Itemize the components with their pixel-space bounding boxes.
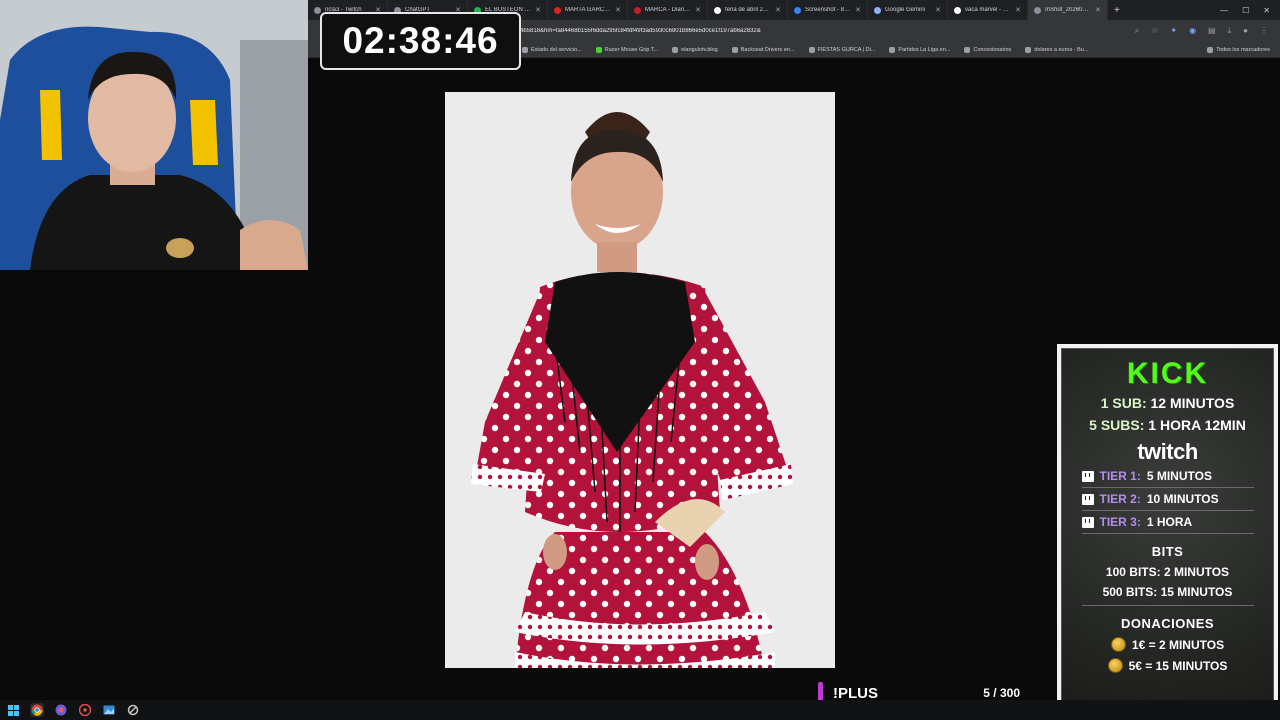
browser-tab-active[interactable]: InShot_20260301_2...✕ [1028, 0, 1108, 20]
bookmark-favicon-icon [889, 46, 896, 53]
twitch-tier-line: TIER 2: 10 MINUTOS [1081, 488, 1254, 511]
bookmark-item[interactable]: FIESTAS GURCA | Di... [808, 46, 875, 53]
twitch-tier-line: TIER 3: 1 HORA [1081, 511, 1254, 534]
download-icon[interactable]: ⤓ [1228, 26, 1232, 36]
bookmark-item[interactable]: dolares a euros - Bu... [1025, 46, 1088, 53]
bits-rate-line: 500 BITS: 15 MINUTOS [1102, 585, 1233, 599]
tab-favicon-icon [314, 6, 321, 14]
obs-icon[interactable] [78, 703, 92, 717]
zoom-icon[interactable]: ⌕ [1135, 26, 1139, 36]
app-icon[interactable] [126, 703, 140, 717]
tab-favicon-icon [714, 6, 721, 14]
menu-icon[interactable]: ⋮ [1260, 26, 1268, 36]
bookmark-favicon-icon [595, 46, 602, 53]
bookmark-favicon-icon [808, 46, 815, 53]
tab-close-icon[interactable]: ✕ [535, 6, 541, 14]
extension-icon[interactable]: ◉ [1189, 26, 1196, 36]
bookmark-item[interactable]: Razer Mouse Grip T... [595, 46, 658, 53]
coin-icon [1107, 658, 1123, 673]
panel-divider [1081, 605, 1254, 606]
extension-icon[interactable]: ✦ [1170, 26, 1177, 36]
stream-timer: 02:38:46 [320, 12, 521, 70]
tab-close-icon[interactable]: ✕ [615, 6, 621, 14]
twitch-icon [1081, 493, 1094, 505]
folder-icon [1207, 46, 1214, 53]
extensions-icon[interactable]: ▤ [1208, 26, 1216, 36]
twitch-logo: twitch [1137, 439, 1198, 464]
bookmark-item[interactable]: Concesionarios [964, 46, 1011, 53]
stream-screen: ncla3 - Twitch ✕ ChatGPT ✕ EL BUSTEON 2.0 ✕… [0, 0, 1280, 720]
browser-tab[interactable]: MARTA GARCIA H...✕ [548, 0, 628, 20]
tab-close-icon[interactable]: ✕ [1095, 6, 1101, 14]
tab-close-icon[interactable]: ✕ [935, 6, 941, 14]
twitch-tier-line: TIER 1: 5 MINUTOS [1081, 465, 1254, 488]
address-bar-icons: ⌕ ☆ ✦ ◉ ▤ ⤓ ● ⋮ [1135, 26, 1280, 36]
browser-tab[interactable]: MARCA - Diario on...✕ [628, 0, 708, 20]
kick-logo: KICK [1126, 357, 1209, 390]
donations-title: DONACIONES [1120, 616, 1215, 631]
image-viewer-icon[interactable] [102, 703, 116, 717]
bookmark-favicon-icon [522, 46, 528, 53]
bookmark-item[interactable]: Backseat Drivers en... [731, 46, 795, 53]
bookmark-favicon-icon [1025, 46, 1032, 53]
app-icon[interactable] [54, 703, 68, 717]
tab-close-icon[interactable]: ✕ [855, 6, 861, 14]
browser-tab[interactable]: vaca marvel - Busca✕ [948, 0, 1028, 20]
tab-favicon-icon [634, 6, 641, 14]
chrome-icon[interactable] [30, 703, 44, 717]
bookmark-favicon-icon [731, 46, 738, 53]
window-controls: — ☐ ✕ [1220, 6, 1280, 15]
browser-tab[interactable]: Google Gemini ✕ [868, 0, 948, 20]
profile-avatar-icon[interactable]: ● [1243, 26, 1248, 36]
bookmark-item[interactable]: Partidos La Liga en... [889, 46, 950, 53]
twitch-icon [1081, 470, 1094, 482]
webcam-feed [0, 0, 308, 270]
all-bookmarks-folder[interactable]: Todos los marcadores [1207, 46, 1280, 53]
subathon-rates-inner: KICK 1 SUB: 12 MINUTOS 5 SUBS: 1 HORA 12… [1061, 348, 1274, 713]
tab-favicon-icon [954, 6, 961, 14]
plus-count: 5 / 300 [983, 686, 1020, 700]
tab-close-icon[interactable]: ✕ [1015, 6, 1021, 14]
bits-rate-line: 100 BITS: 2 MINUTOS [1105, 565, 1230, 579]
maximize-icon[interactable]: ☐ [1242, 6, 1249, 15]
browser-tab[interactable]: Screenshot - 8E9KF✕ [788, 0, 868, 20]
tab-close-icon[interactable]: ✕ [695, 6, 701, 14]
bookmark-favicon-icon [964, 46, 971, 53]
plus-label: !PLUS [833, 684, 878, 702]
streamer-webcam-image [0, 0, 308, 270]
new-tab-button[interactable]: + [1108, 5, 1126, 16]
donation-rate-line: 5€ = 15 MINUTOS [1107, 658, 1227, 673]
minimize-icon[interactable]: — [1220, 6, 1228, 15]
flamenco-dress-photo [445, 92, 835, 668]
kick-rate-line: 1 SUB: 12 MINUTOS [1100, 395, 1235, 411]
tab-favicon-icon [794, 6, 801, 14]
tab-close-icon[interactable]: ✕ [775, 6, 781, 14]
kick-rate-line: 5 SUBS: 1 HORA 12MIN [1089, 417, 1246, 433]
bookmark-favicon-icon [672, 46, 679, 53]
bookmark-item[interactable]: elangulotv.blog [672, 46, 718, 53]
tab-favicon-icon [874, 6, 881, 14]
main-photo [445, 92, 835, 668]
twitch-icon [1081, 516, 1094, 528]
tab-favicon-icon [554, 6, 561, 14]
coin-icon [1110, 637, 1126, 652]
bookmark-star-icon[interactable]: ☆ [1151, 26, 1158, 36]
windows-start-icon[interactable] [6, 703, 20, 717]
tab-favicon-icon [1034, 6, 1041, 14]
subathon-rates-panel: KICK 1 SUB: 12 MINUTOS 5 SUBS: 1 HORA 12… [1057, 344, 1278, 717]
browser-tab[interactable]: feria de abril 2026 ✕ [708, 0, 788, 20]
donation-rate-line: 1€ = 2 MINUTOS [1110, 637, 1224, 652]
close-window-icon[interactable]: ✕ [1263, 6, 1270, 15]
os-taskbar [0, 700, 1280, 720]
bookmark-item[interactable]: Estado del servicio... [522, 46, 582, 53]
bits-title: BITS [1151, 544, 1184, 559]
